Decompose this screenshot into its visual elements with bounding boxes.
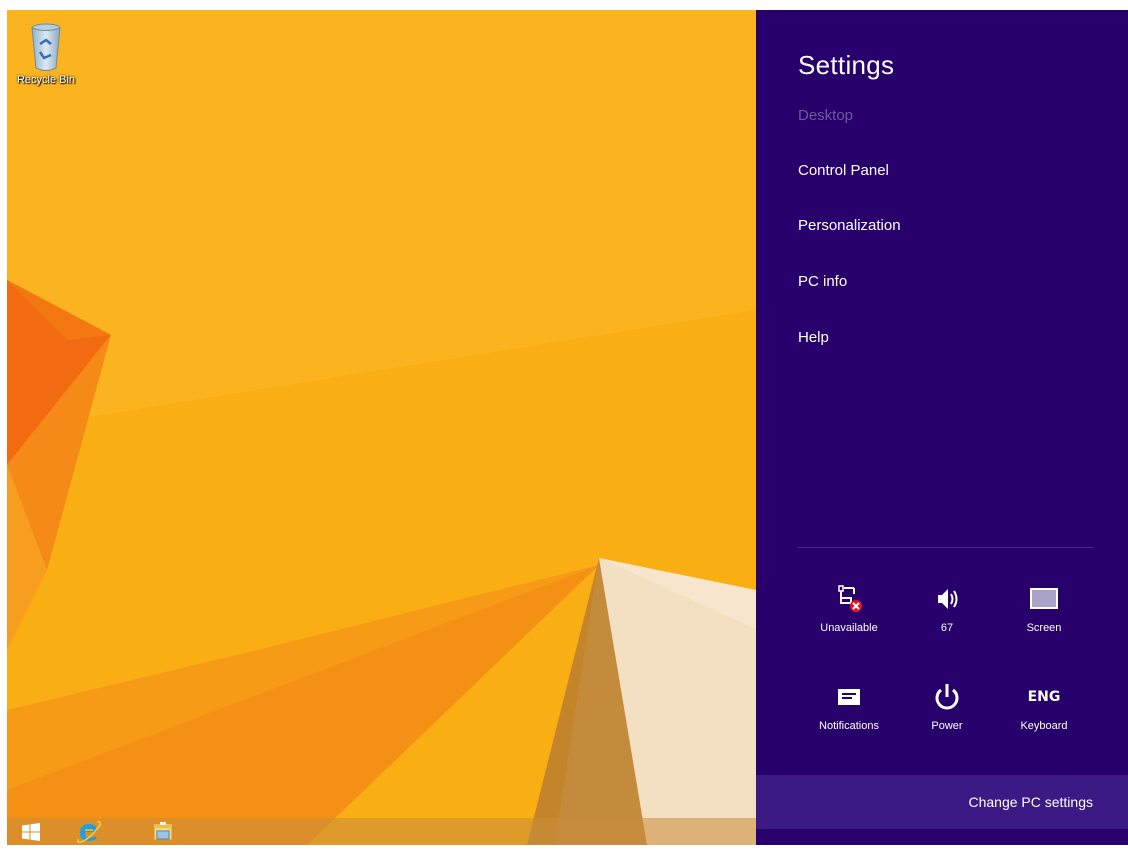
recycle-bin-label: Recycle Bin <box>16 74 76 86</box>
desktop-icon-recycle-bin[interactable]: Recycle Bin <box>11 16 81 86</box>
network-label: Unavailable <box>820 622 878 634</box>
network-unavailable-icon <box>838 585 862 612</box>
keyboard-language-icon: ENG <box>1027 689 1061 705</box>
settings-charm-panel: Settings Desktop Control Panel Personali… <box>756 10 1128 845</box>
settings-item-control-panel[interactable]: Control Panel <box>798 162 889 179</box>
windows-logo-icon <box>22 822 40 841</box>
screen-brightness-icon <box>1030 588 1058 609</box>
notifications-icon <box>838 689 860 705</box>
volume-tile[interactable]: 67 <box>905 582 989 642</box>
screen: Recycle Bin Settings Desktop Control Pan… <box>0 0 1128 855</box>
file-explorer-button[interactable] <box>145 818 181 845</box>
desktop[interactable]: Recycle Bin <box>7 10 756 845</box>
recycle-bin-icon <box>31 23 61 71</box>
file-explorer-icon <box>153 821 173 840</box>
screen-tile[interactable]: Screen <box>1002 582 1086 642</box>
change-pc-settings-link[interactable]: Change PC settings <box>756 775 1128 829</box>
network-tile[interactable]: Unavailable <box>807 582 891 642</box>
volume-label: 67 <box>940 622 954 634</box>
taskbar <box>7 818 756 845</box>
notifications-tile[interactable]: Notifications <box>807 680 891 740</box>
settings-divider <box>798 547 1093 548</box>
settings-item-personalization[interactable]: Personalization <box>798 217 901 234</box>
internet-explorer-button[interactable] <box>71 818 107 845</box>
settings-title: Settings <box>798 50 895 80</box>
volume-icon <box>938 589 958 609</box>
power-label: Power <box>931 720 963 732</box>
internet-explorer-icon <box>77 820 101 843</box>
screen-label: Screen <box>1026 622 1062 634</box>
notifications-label: Notifications <box>819 720 879 732</box>
settings-item-desktop: Desktop <box>798 107 854 124</box>
power-icon <box>935 684 959 710</box>
power-tile[interactable]: Power <box>905 680 989 740</box>
settings-item-help[interactable]: Help <box>798 329 829 346</box>
keyboard-tile[interactable]: ENG Keyboard <box>1002 680 1086 740</box>
wallpaper <box>7 10 756 845</box>
start-button[interactable] <box>13 818 49 845</box>
settings-item-pc-info[interactable]: PC info <box>798 273 847 290</box>
keyboard-label: Keyboard <box>1020 720 1068 732</box>
